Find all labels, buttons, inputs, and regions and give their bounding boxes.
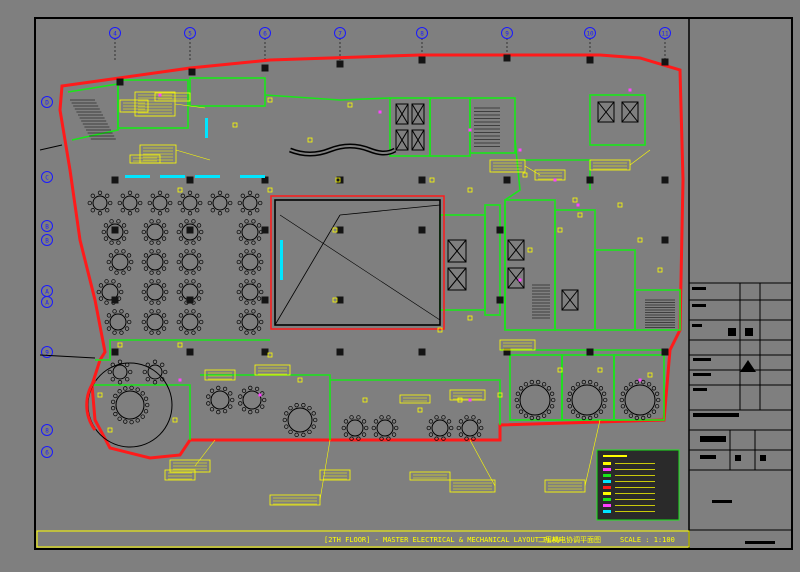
grid-column-label: 8 bbox=[420, 31, 424, 38]
grid-row-label: C bbox=[45, 175, 49, 182]
cad-drawing-viewport: 4 5 6 7 8 9 10 11 DCBBAA986 [2TH FLOOR] … bbox=[0, 0, 800, 568]
grid-column-label: 9 bbox=[505, 31, 509, 38]
grid-row-label: 6 bbox=[45, 450, 49, 457]
grid-row-label: A bbox=[45, 300, 49, 307]
floor-plan-drawing: 4 5 6 7 8 9 10 11 DCBBAA986 [2TH FLOOR] … bbox=[0, 0, 800, 568]
drawing-scale: SCALE : 1:100 bbox=[620, 536, 675, 544]
grid-column-label: 7 bbox=[338, 31, 342, 38]
grid-row-label: A bbox=[45, 289, 49, 296]
grid-column-label: 11 bbox=[661, 31, 669, 38]
grid-row-label: D bbox=[45, 100, 49, 107]
grid-row-label: 8 bbox=[45, 428, 49, 435]
drawing-title-cn: 二层机电协调平面图 bbox=[538, 535, 601, 544]
drawing-title: [2TH FLOOR] - MASTER ELECTRICAL & MECHAN… bbox=[324, 536, 560, 544]
grid-column-label: 10 bbox=[586, 31, 594, 38]
legend-box bbox=[596, 449, 680, 521]
grid-row-label: B bbox=[45, 238, 49, 245]
grid-column-label: 4 bbox=[113, 31, 117, 38]
grid-row-label: B bbox=[45, 224, 49, 231]
grid-column-label: 6 bbox=[263, 31, 267, 38]
grid-column-label: 5 bbox=[188, 31, 192, 38]
